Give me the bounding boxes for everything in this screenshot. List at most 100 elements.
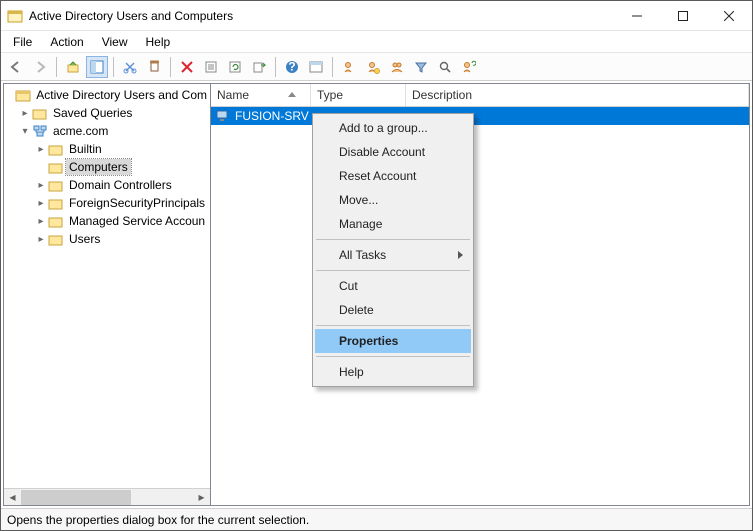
new-group-button[interactable] xyxy=(386,56,408,78)
cm-separator xyxy=(316,356,470,357)
scroll-left-icon[interactable]: ◂ xyxy=(4,489,21,506)
folder-icon xyxy=(48,231,64,247)
col-label: Name xyxy=(217,88,249,102)
toolbar-separator xyxy=(56,57,57,77)
twisty-icon[interactable]: ▸ xyxy=(34,216,48,227)
twisty-icon[interactable]: ▾ xyxy=(18,126,32,137)
scroll-right-icon[interactable]: ▸ xyxy=(193,489,210,506)
tree-fsp[interactable]: ▸ ForeignSecurityPrincipals xyxy=(4,194,210,212)
menu-file[interactable]: File xyxy=(5,33,40,51)
close-button[interactable] xyxy=(706,1,752,31)
menu-help[interactable]: Help xyxy=(138,33,179,51)
delete-button[interactable] xyxy=(176,56,198,78)
filter-button[interactable] xyxy=(410,56,432,78)
folder-icon xyxy=(48,177,64,193)
view-button[interactable] xyxy=(305,56,327,78)
cm-separator xyxy=(316,239,470,240)
context-menu: Add to a group... Disable Account Reset … xyxy=(312,113,474,387)
titlebar: Active Directory Users and Computers xyxy=(1,1,752,31)
cm-help[interactable]: Help xyxy=(315,360,471,384)
tree-domain[interactable]: ▾ acme.com xyxy=(4,122,210,140)
cm-delete[interactable]: Delete xyxy=(315,298,471,322)
list-body[interactable]: FUSION-SRV xyxy=(211,107,749,505)
list-header: Name Type Description xyxy=(211,84,749,107)
horizontal-scrollbar[interactable]: ◂ ▸ xyxy=(4,488,210,505)
col-description[interactable]: Description xyxy=(406,84,749,106)
new-user-button[interactable] xyxy=(362,56,384,78)
col-label: Type xyxy=(317,88,343,102)
scroll-thumb[interactable] xyxy=(21,490,131,505)
tree-builtin[interactable]: ▸ Builtin xyxy=(4,140,210,158)
tree-label: Managed Service Accoun xyxy=(66,213,208,229)
tree-computers[interactable]: ▸ Computers xyxy=(4,158,210,176)
tree[interactable]: ▶ Active Directory Users and Com ▸ Saved… xyxy=(4,84,210,488)
tree-label: acme.com xyxy=(50,123,111,139)
twisty-icon[interactable]: ▸ xyxy=(18,108,32,119)
export-button[interactable] xyxy=(248,56,270,78)
twisty-icon[interactable]: ▸ xyxy=(34,234,48,245)
folder-icon xyxy=(48,195,64,211)
menu-view[interactable]: View xyxy=(94,33,136,51)
tree-pane: ▶ Active Directory Users and Com ▸ Saved… xyxy=(3,83,211,506)
tree-saved-queries[interactable]: ▸ Saved Queries xyxy=(4,104,210,122)
tree-msa[interactable]: ▸ Managed Service Accoun xyxy=(4,212,210,230)
menu-action[interactable]: Action xyxy=(42,33,91,51)
cm-properties[interactable]: Properties xyxy=(315,329,471,353)
scroll-track[interactable] xyxy=(21,489,193,506)
domain-icon xyxy=(32,123,48,139)
titlebar-left: Active Directory Users and Computers xyxy=(1,8,233,24)
twisty-icon[interactable]: ▸ xyxy=(34,144,48,155)
help-button[interactable]: ? xyxy=(281,56,303,78)
app-icon xyxy=(7,8,23,24)
refresh-button[interactable] xyxy=(224,56,246,78)
cut-button[interactable] xyxy=(119,56,141,78)
window-title: Active Directory Users and Computers xyxy=(29,9,233,23)
computer-icon xyxy=(215,108,231,124)
status-text: Opens the properties dialog box for the … xyxy=(7,513,309,527)
search-button[interactable] xyxy=(434,56,456,78)
folder-icon xyxy=(15,87,31,103)
back-button[interactable] xyxy=(5,56,27,78)
tree-label: Active Directory Users and Com xyxy=(33,87,210,103)
tree-label: Computers xyxy=(66,159,131,175)
twisty-icon[interactable]: ▸ xyxy=(34,198,48,209)
cm-cut[interactable]: Cut xyxy=(315,274,471,298)
col-type[interactable]: Type xyxy=(311,84,406,106)
tree-users[interactable]: ▸ Users xyxy=(4,230,210,248)
up-button[interactable] xyxy=(62,56,84,78)
show-hide-tree-button[interactable] xyxy=(86,56,108,78)
toolbar-separator xyxy=(332,57,333,77)
cell-text: FUSION-SRV xyxy=(235,109,309,123)
twisty-icon[interactable]: ▸ xyxy=(34,180,48,191)
minimize-button[interactable] xyxy=(614,1,660,31)
properties-button[interactable] xyxy=(200,56,222,78)
tree-label: Saved Queries xyxy=(50,105,135,121)
tree-domain-controllers[interactable]: ▸ Domain Controllers xyxy=(4,176,210,194)
cm-manage[interactable]: Manage xyxy=(315,212,471,236)
window: Active Directory Users and Computers Fil… xyxy=(0,0,753,531)
tree-label: Domain Controllers xyxy=(66,177,175,193)
add-user-action-button[interactable] xyxy=(458,56,480,78)
tree-root[interactable]: ▶ Active Directory Users and Com xyxy=(4,86,210,104)
copy-button[interactable] xyxy=(143,56,165,78)
cm-all-tasks[interactable]: All Tasks xyxy=(315,243,471,267)
maximize-button[interactable] xyxy=(660,1,706,31)
col-label: Description xyxy=(412,88,472,102)
window-controls xyxy=(614,1,752,31)
cm-separator xyxy=(316,325,470,326)
cm-move[interactable]: Move... xyxy=(315,188,471,212)
find-user-button[interactable] xyxy=(338,56,360,78)
cm-add-to-group[interactable]: Add to a group... xyxy=(315,116,471,140)
folder-icon xyxy=(48,159,64,175)
cm-disable-account[interactable]: Disable Account xyxy=(315,140,471,164)
list-row[interactable]: FUSION-SRV xyxy=(211,107,749,125)
cm-separator xyxy=(316,270,470,271)
col-name[interactable]: Name xyxy=(211,84,311,106)
list-pane: Name Type Description FUSION-SRV xyxy=(211,83,750,506)
statusbar: Opens the properties dialog box for the … xyxy=(1,508,752,530)
folder-icon xyxy=(48,141,64,157)
tree-label: ForeignSecurityPrincipals xyxy=(66,195,208,211)
toolbar: ? xyxy=(1,53,752,81)
cm-reset-account[interactable]: Reset Account xyxy=(315,164,471,188)
forward-button[interactable] xyxy=(29,56,51,78)
